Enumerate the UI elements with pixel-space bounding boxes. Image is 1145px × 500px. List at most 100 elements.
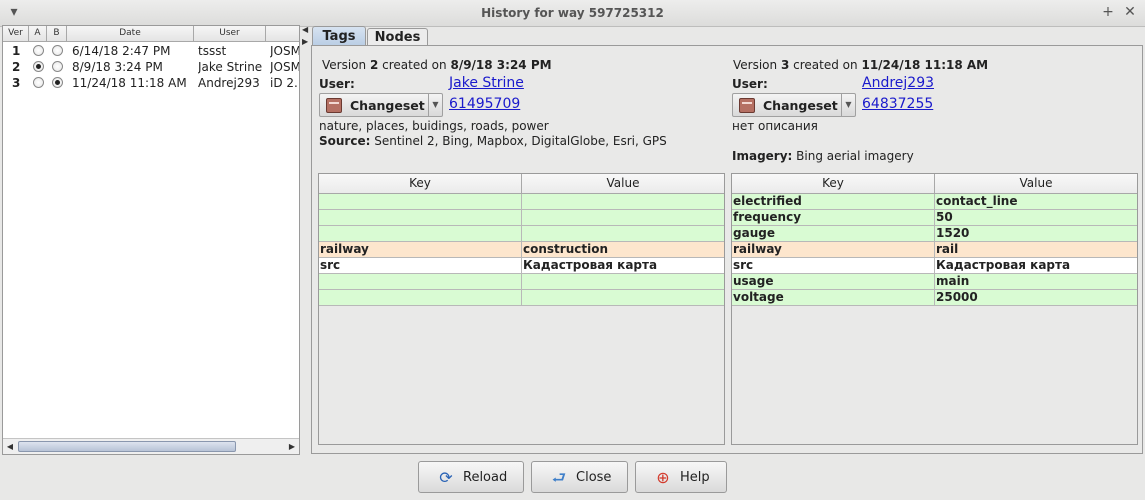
tag-row[interactable]: usage main	[732, 274, 1137, 290]
column-b[interactable]: B	[47, 26, 67, 42]
tag-key: usage	[732, 274, 935, 289]
column-date[interactable]: Date	[67, 26, 194, 42]
scroll-right-icon[interactable]: ▶	[285, 439, 299, 454]
tag-row[interactable]: src Кадастровая карта	[732, 258, 1137, 274]
chevron-down-icon[interactable]: ▼	[841, 94, 855, 116]
scroll-left-icon[interactable]: ◀	[3, 439, 17, 454]
window-title: History for way 597725312	[481, 6, 664, 20]
radio-b[interactable]	[52, 45, 63, 56]
version-user: Jake Strine	[198, 60, 263, 74]
tag-row[interactable]: voltage 25000	[732, 290, 1137, 306]
right-user-link[interactable]: Andrej293	[862, 75, 934, 91]
tag-value	[522, 290, 724, 305]
left-version-line: Version 2 created on 8/9/18 3:24 PM	[322, 58, 552, 72]
maximize-icon[interactable]: +	[1100, 4, 1116, 20]
tag-row[interactable]	[319, 194, 724, 210]
version-number: 2	[12, 60, 21, 74]
tag-row[interactable]	[319, 274, 724, 290]
column-a[interactable]: A	[29, 26, 47, 42]
tag-key: railway	[732, 242, 935, 257]
tag-row[interactable]: frequency 50	[732, 210, 1137, 226]
right-tag-table: Key Value electrified contact_line frequen…	[731, 173, 1138, 445]
tag-value	[522, 194, 724, 209]
tag-key: src	[732, 258, 935, 273]
tag-key: railway	[319, 242, 522, 257]
tag-key: electrified	[732, 194, 935, 209]
tag-key	[319, 290, 522, 305]
tag-row[interactable]	[319, 290, 724, 306]
tab-tags[interactable]: Tags	[312, 26, 366, 46]
history-table: Ver A B Date User 1 6/14/18 2:47 PM tssst J…	[2, 25, 300, 455]
tag-row[interactable]: electrified contact_line	[732, 194, 1137, 210]
tag-row[interactable]: railway rail	[732, 242, 1137, 258]
panel-splitter[interactable]: ◀ ▶	[301, 25, 309, 455]
version-user: tssst	[198, 44, 227, 58]
tag-key	[319, 194, 522, 209]
changeset-icon	[326, 98, 342, 113]
tag-row[interactable]	[319, 210, 724, 226]
left-tag-header: Key Value	[319, 174, 724, 194]
left-user-link[interactable]: Jake Strine	[449, 75, 524, 91]
history-row[interactable]: 3 11/24/18 11:18 AM Andrej293 iD 2.1	[3, 75, 299, 91]
right-imagery: Imagery: Bing aerial imagery	[732, 149, 914, 163]
reload-icon: ⟳	[439, 468, 453, 487]
version-date: 11/24/18 11:18 AM	[72, 76, 187, 90]
tag-value: 1520	[936, 226, 970, 240]
reload-button[interactable]: ⟳ Reload	[418, 461, 524, 493]
tag-row[interactable]	[319, 226, 724, 242]
history-row[interactable]: 2 8/9/18 3:24 PM Jake Strine JOSM	[3, 59, 299, 75]
tag-row[interactable]: railway construction	[319, 242, 724, 258]
column-editor[interactable]	[266, 26, 299, 42]
scroll-thumb[interactable]	[18, 441, 236, 452]
right-version-line: Version 3 created on 11/24/18 11:18 AM	[733, 58, 989, 72]
right-user-label: User:	[732, 77, 768, 91]
value-header[interactable]: Value	[935, 174, 1137, 194]
tag-row[interactable]: src Кадастровая карта	[319, 258, 724, 274]
changeset-icon	[739, 98, 755, 113]
version-date: 6/14/18 2:47 PM	[72, 44, 171, 58]
right-version-info: Version 3 created on 11/24/18 11:18 AM U…	[731, 46, 1141, 166]
version-editor: JOSM	[270, 44, 299, 58]
left-version-info: Version 2 created on 8/9/18 3:24 PM User…	[318, 46, 728, 166]
version-number: 1	[12, 44, 21, 58]
tag-key: voltage	[732, 290, 935, 305]
tag-value: rail	[936, 242, 959, 256]
tag-value: contact_line	[936, 194, 1018, 208]
left-changeset-button[interactable]: Changeset ▼	[319, 93, 443, 117]
close-button[interactable]: ⮐ Close	[531, 461, 628, 493]
key-header[interactable]: Key	[732, 174, 935, 194]
right-changeset-link[interactable]: 64837255	[862, 96, 933, 112]
right-changeset-button[interactable]: Changeset ▼	[732, 93, 856, 117]
radio-a[interactable]	[33, 45, 44, 56]
left-tag-table: Key Value railway construction src Кадастро…	[318, 173, 725, 445]
radio-b[interactable]	[52, 61, 63, 72]
tag-value: Кадастровая карта	[523, 258, 658, 272]
version-editor: JOSM	[270, 60, 299, 74]
column-ver[interactable]: Ver	[3, 26, 29, 42]
tag-value: Кадастровая карта	[936, 258, 1071, 272]
tag-value: 50	[936, 210, 953, 224]
tag-value: 25000	[936, 290, 978, 304]
history-table-header: Ver A B Date User	[3, 26, 299, 42]
chevron-down-icon[interactable]: ▼	[428, 94, 442, 116]
tag-key	[319, 274, 522, 289]
column-user[interactable]: User	[194, 26, 266, 42]
version-user: Andrej293	[198, 76, 260, 90]
radio-a[interactable]	[33, 77, 44, 88]
tag-row[interactable]: gauge 1520	[732, 226, 1137, 242]
radio-a[interactable]	[33, 61, 44, 72]
value-header[interactable]: Value	[522, 174, 724, 194]
help-button[interactable]: ⊕ Help	[635, 461, 727, 493]
left-changeset-link[interactable]: 61495709	[449, 96, 520, 112]
tag-key: src	[319, 258, 522, 273]
collapse-left-icon[interactable]: ◀	[302, 25, 308, 34]
close-window-icon[interactable]: ✕	[1122, 4, 1138, 20]
history-horizontal-scrollbar[interactable]: ◀ ▶	[3, 438, 299, 454]
tab-nodes[interactable]: Nodes	[367, 28, 428, 46]
key-header[interactable]: Key	[319, 174, 522, 194]
radio-b[interactable]	[52, 77, 63, 88]
history-row[interactable]: 1 6/14/18 2:47 PM tssst JOSM	[3, 43, 299, 59]
tag-value: construction	[523, 242, 608, 256]
expand-right-icon[interactable]: ▶	[302, 37, 308, 46]
right-tag-header: Key Value	[732, 174, 1137, 194]
